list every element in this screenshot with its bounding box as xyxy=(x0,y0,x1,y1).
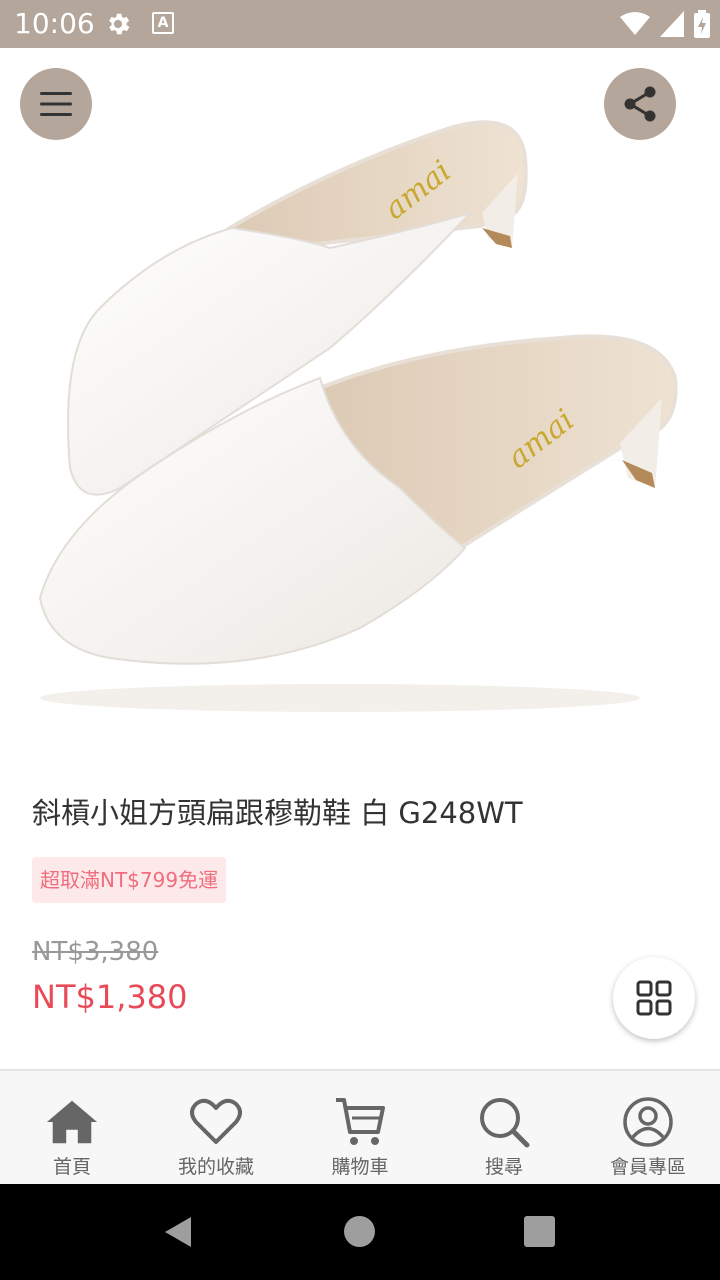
gear-icon xyxy=(109,13,130,35)
menu-button[interactable] xyxy=(20,68,92,140)
home-icon xyxy=(46,1100,98,1144)
shipping-badge: 超取滿NT$799免運 xyxy=(32,857,227,903)
signal-icon xyxy=(660,11,684,37)
product-title: 斜槓小姐方頭扁跟穆勒鞋 白 G248WT xyxy=(32,796,523,830)
nav-label-member: 會員專區 xyxy=(609,1156,686,1178)
nav-label-home: 首頁 xyxy=(52,1156,91,1178)
nav-label-favorites: 我的收藏 xyxy=(177,1156,254,1178)
nav-item-cart[interactable]: 購物車 xyxy=(288,1071,432,1184)
share-icon xyxy=(624,86,656,122)
wifi-icon xyxy=(620,12,650,35)
nav-item-home[interactable]: 首頁 xyxy=(0,1071,144,1184)
nav-label-search: 搜尋 xyxy=(484,1156,523,1178)
sale-price: NT$1,380 xyxy=(32,978,188,1016)
home-circle-icon[interactable] xyxy=(344,1216,375,1247)
heart-icon xyxy=(190,1098,242,1144)
nav-item-search[interactable]: 搜尋 xyxy=(432,1071,576,1184)
grid-icon xyxy=(636,980,672,1016)
a-notification-icon: A xyxy=(152,12,174,34)
product-image[interactable]: amai amai xyxy=(0,48,720,760)
grid-view-button[interactable] xyxy=(613,957,695,1039)
battery-charging-icon xyxy=(694,10,710,38)
status-bar: 10:06 A xyxy=(0,0,720,48)
bottom-nav: 首頁 我的收藏 購物車 搜尋 會員專區 xyxy=(0,1069,720,1184)
search-icon xyxy=(480,1098,530,1148)
back-icon[interactable] xyxy=(163,1215,193,1249)
nav-item-member[interactable]: 會員專區 xyxy=(576,1071,720,1184)
nav-label-cart: 購物車 xyxy=(331,1156,389,1178)
nav-item-favorites[interactable]: 我的收藏 xyxy=(144,1071,288,1184)
product-photo: amai amai xyxy=(38,120,678,712)
user-icon xyxy=(623,1097,673,1147)
cart-icon xyxy=(336,1098,385,1145)
share-button[interactable] xyxy=(604,68,676,140)
recent-apps-icon[interactable] xyxy=(524,1216,555,1247)
status-time: 10:06 xyxy=(14,7,95,40)
menu-icon xyxy=(40,92,72,116)
original-price: NT$3,380 xyxy=(32,937,159,967)
